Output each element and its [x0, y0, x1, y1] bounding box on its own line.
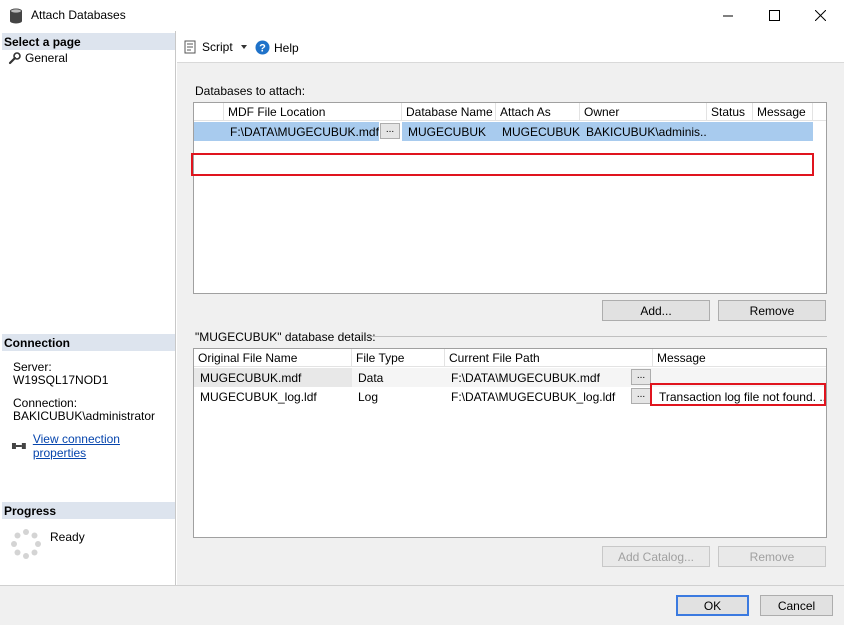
databases-grid[interactable]: MDF File Location Database Name Attach A…	[193, 102, 827, 294]
connection-value: BAKICUBUK\administrator	[13, 409, 156, 423]
browse-mdf-button[interactable]: ...	[380, 123, 400, 139]
add-button[interactable]: Add...	[602, 300, 710, 321]
help-button[interactable]: ? Help	[255, 40, 299, 55]
table-row[interactable]: F:\DATA\MUGECUBUK.mdf ... MUGECUBUK MUGE…	[194, 122, 813, 141]
help-label: Help	[274, 40, 299, 55]
column-header-owner[interactable]: Owner	[580, 103, 707, 121]
column-header-attach-as[interactable]: Attach As	[496, 103, 580, 121]
column-header-message[interactable]: Message	[753, 103, 813, 121]
column-header-file-type[interactable]: File Type	[352, 349, 445, 367]
progress-header: Progress	[2, 502, 175, 519]
column-header-details-message[interactable]: Message	[653, 349, 826, 367]
browse-path-button[interactable]: ...	[631, 369, 651, 385]
toolbar: Script ? Help	[177, 31, 844, 63]
help-icon: ?	[255, 40, 270, 55]
column-header-original-file-name[interactable]: Original File Name	[194, 349, 352, 367]
original-file-name-cell: MUGECUBUK.mdf	[194, 368, 352, 387]
connection-header: Connection	[2, 334, 175, 351]
page-item-label: General	[25, 51, 68, 65]
column-header-mdf[interactable]: MDF File Location	[224, 103, 402, 121]
databases-to-attach-label: Databases to attach:	[195, 84, 306, 98]
connection-properties-icon	[11, 443, 26, 449]
attach-as-cell[interactable]: MUGECUBUK	[496, 122, 580, 141]
minimize-icon	[722, 15, 733, 17]
close-icon	[814, 10, 826, 21]
table-row[interactable]: MUGECUBUK_log.ldf Log F:\DATA\MUGECUBUK_…	[194, 387, 826, 406]
progress-spinner-icon	[11, 529, 41, 559]
file-type-cell: Data	[358, 371, 384, 385]
current-file-path-cell[interactable]: F:\DATA\MUGECUBUK.mdf	[445, 368, 630, 387]
file-type-cell: Log	[358, 390, 379, 404]
database-details-label: "MUGECUBUK" database details:	[195, 330, 376, 344]
progress-status: Ready	[50, 530, 85, 544]
database-name-cell[interactable]: MUGECUBUK	[402, 122, 496, 141]
original-file-name-cell: MUGECUBUK_log.ldf	[200, 390, 317, 404]
mdf-location-cell[interactable]: F:\DATA\MUGECUBUK.mdf	[224, 122, 379, 141]
close-button[interactable]	[797, 0, 843, 31]
content-area: Databases to attach: MDF File Location D…	[177, 64, 844, 585]
maximize-button[interactable]	[751, 0, 797, 31]
window-title: Attach Databases	[31, 8, 126, 22]
maximize-icon	[768, 10, 780, 21]
column-header-status[interactable]: Status	[707, 103, 753, 121]
details-separator	[367, 336, 827, 337]
table-row[interactable]: MUGECUBUK.mdf Data F:\DATA\MUGECUBUK.mdf…	[194, 368, 826, 387]
minimize-button[interactable]	[705, 0, 751, 31]
details-grid[interactable]: Original File Name File Type Current Fil…	[193, 348, 827, 538]
column-header-database-name[interactable]: Database Name	[402, 103, 496, 121]
dialog-footer: OK Cancel	[0, 585, 844, 625]
remove-button[interactable]: Remove	[718, 300, 826, 321]
script-icon	[184, 40, 196, 54]
message-cell	[753, 122, 813, 141]
server-value: W19SQL17NOD1	[13, 373, 109, 387]
title-bar: Attach Databases	[0, 0, 844, 31]
script-label: Script	[202, 40, 233, 54]
column-header-selector	[194, 103, 224, 121]
column-header-current-file-path[interactable]: Current File Path	[445, 349, 653, 367]
add-catalog-button[interactable]: Add Catalog...	[602, 546, 710, 567]
status-cell	[707, 122, 753, 141]
details-grid-header: Original File Name File Type Current Fil…	[194, 349, 826, 367]
left-pane: Select a page General Connection Server:…	[0, 31, 176, 585]
cancel-button[interactable]: Cancel	[760, 595, 833, 616]
select-page-header: Select a page	[2, 33, 175, 50]
wrench-icon	[8, 51, 21, 64]
browse-path-button[interactable]: ...	[631, 388, 651, 404]
page-item-general[interactable]: General	[8, 51, 68, 65]
row-selector-cell	[194, 122, 224, 141]
view-connection-properties-link[interactable]: View connection properties	[33, 432, 175, 460]
databases-grid-header: MDF File Location Database Name Attach A…	[194, 103, 826, 121]
progress-status-area: Ready	[10, 528, 85, 560]
ok-button[interactable]: OK	[676, 595, 749, 616]
details-remove-button[interactable]: Remove	[718, 546, 826, 567]
right-pane: Script ? Help Databases to attach: MDF F…	[177, 31, 844, 585]
owner-cell[interactable]: BAKICUBUK\adminis...	[580, 122, 707, 141]
script-button[interactable]: Script	[184, 40, 251, 54]
svg-text:?: ?	[259, 43, 266, 55]
current-file-path-cell[interactable]: F:\DATA\MUGECUBUK_log.ldf	[445, 387, 630, 406]
database-icon	[10, 8, 22, 24]
details-message-cell	[653, 368, 826, 387]
view-connection-properties[interactable]: View connection properties	[11, 432, 175, 460]
chevron-down-icon	[240, 45, 247, 49]
details-message-cell: Transaction log file not found. ...	[659, 390, 826, 404]
